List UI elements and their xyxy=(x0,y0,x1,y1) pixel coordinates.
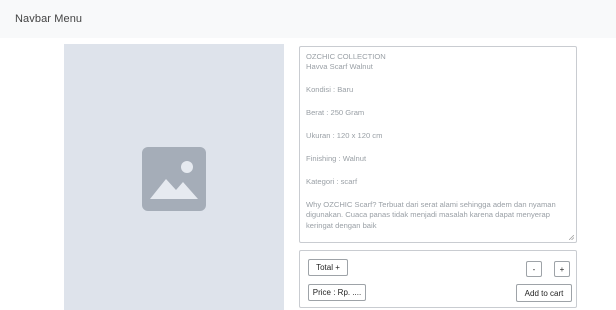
resize-handle-icon[interactable] xyxy=(569,235,574,240)
description-size: Ukuran : 120 x 120 cm xyxy=(306,131,383,141)
image-icon xyxy=(142,147,206,211)
description-details: Why OZCHIC Scarf? Terbuat dari serat ala… xyxy=(306,199,556,230)
add-to-cart-button[interactable]: Add to cart xyxy=(516,284,572,302)
navbar-title[interactable]: Navbar Menu xyxy=(15,13,82,25)
cart-action-panel: Total + - + Price : Rp. .... Add to cart xyxy=(299,250,577,308)
product-image-placeholder xyxy=(64,44,284,310)
description-finishing: Finishing : Walnut xyxy=(306,154,367,164)
decrease-quantity-button[interactable]: - xyxy=(526,261,542,277)
description-product-name: Havva Scarf Walnut xyxy=(306,62,373,72)
description-condition: Kondisi : Baru xyxy=(306,85,354,95)
navbar: Navbar Menu xyxy=(0,0,616,38)
description-category: Kategori : scarf xyxy=(306,176,358,186)
product-description-textarea[interactable]: OZCHIC COLLECTION Havva Scarf Walnut Kon… xyxy=(299,46,577,243)
increase-quantity-button[interactable]: + xyxy=(554,261,570,277)
total-button[interactable]: Total + xyxy=(308,259,348,276)
description-brand: OZCHIC COLLECTION xyxy=(306,52,386,61)
price-button[interactable]: Price : Rp. .... xyxy=(308,284,366,301)
description-weight: Berat : 250 Gram xyxy=(306,108,365,118)
